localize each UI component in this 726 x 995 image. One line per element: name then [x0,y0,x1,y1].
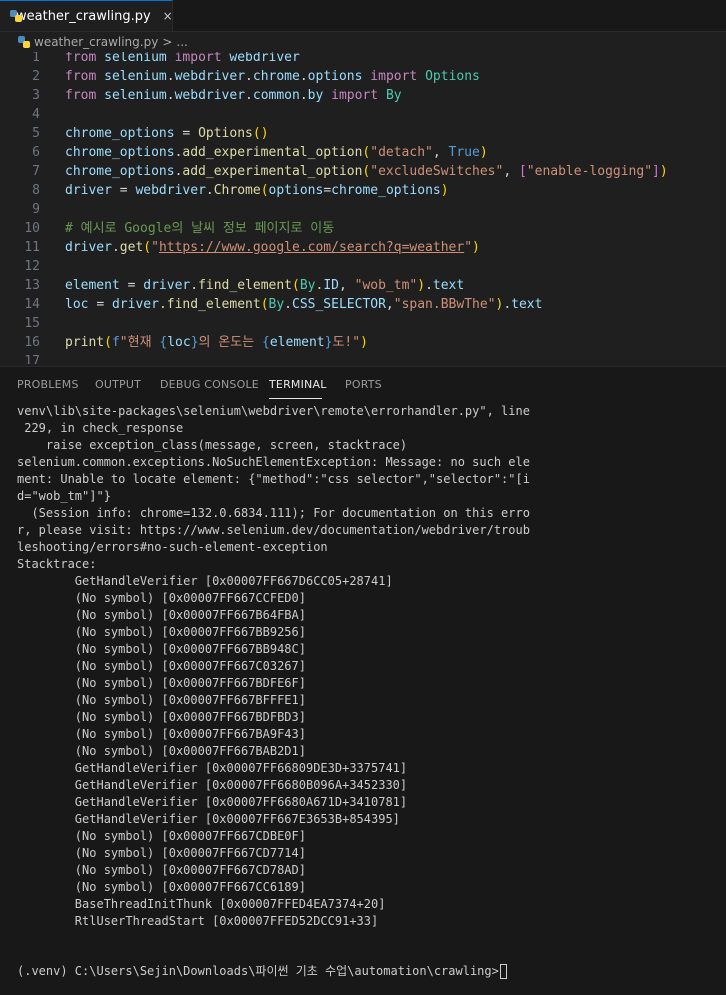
tab-terminal[interactable]: TERMINAL [269,378,327,391]
code-line[interactable]: 4 [0,105,726,124]
code-line[interactable]: 16 print(f"현재 {loc}의 온도는 {element}도!") [0,333,726,352]
line-number: 7 [32,164,40,179]
code-line[interactable]: 8 driver = webdriver.Chrome(options=chrom… [0,181,726,200]
line-number: 10 [24,221,40,236]
code-line[interactable]: 2 from selenium.webdriver.chrome.options … [0,67,726,86]
panel-tab-bar: PROBLEMS OUTPUT DEBUG CONSOLE TERMINAL P… [0,367,726,402]
bottom-panel: PROBLEMS OUTPUT DEBUG CONSOLE TERMINAL P… [0,366,726,995]
terminal-line: (No symbol) [0x00007FF667BA9F43] [17,727,306,741]
line-number: 3 [32,88,40,103]
line-number: 5 [32,126,40,141]
line-number: 1 [32,52,40,65]
code-line[interactable]: 11 driver.get("https://www.google.com/sea… [0,238,726,257]
terminal-output[interactable]: venv\lib\site-packages\selenium\webdrive… [17,403,717,930]
terminal-line: BaseThreadInitThunk [0x00007FFED4EA7374+… [17,897,386,911]
tab-label: weather_crawling.py [16,8,151,24]
line-number: 16 [24,335,40,350]
code-line[interactable]: 17 [0,352,726,364]
terminal-line: ment: Unable to locate element: {"method… [17,472,530,486]
terminal-line: Stacktrace: [17,557,97,571]
line-number: 6 [32,145,40,160]
terminal-line: venv\lib\site-packages\selenium\webdrive… [17,404,530,418]
terminal-line: (No symbol) [0x00007FF667BB9256] [17,625,306,639]
python-file-icon [18,36,30,48]
code-line[interactable]: 3 from selenium.webdriver.common.by impor… [0,86,726,105]
terminal-line: (No symbol) [0x00007FF667BAB2D1] [17,744,306,758]
terminal-line: (No symbol) [0x00007FF667CD7714] [17,846,306,860]
terminal-line: r, please visit: https://www.selenium.de… [17,523,530,537]
terminal-line: GetHandleVerifier [0x00007FF667D6CC05+28… [17,574,393,588]
line-number: 4 [32,107,40,122]
line-number: 2 [32,69,40,84]
line-number: 15 [24,316,40,331]
code-line[interactable]: 10 # 예시로 Google의 날씨 정보 페이지로 이동 [0,219,726,238]
terminal-line: selenium.common.exceptions.NoSuchElement… [17,455,530,469]
terminal-line: (No symbol) [0x00007FF667BB948C] [17,642,306,656]
code-line[interactable]: 15 [0,314,726,333]
code-text: driver = webdriver.Chrome(options=chrome… [65,183,449,198]
terminal-line: (No symbol) [0x00007FF667CD78AD] [17,863,306,877]
breadcrumb-more[interactable]: ... [176,35,187,49]
terminal-line: (No symbol) [0x00007FF667BFFFE1] [17,693,306,707]
line-number: 12 [24,259,40,274]
line-number: 9 [32,202,40,217]
code-text: from selenium.webdriver.common.by import… [65,88,402,103]
line-number: 8 [32,183,40,198]
terminal-line: (Session info: chrome=132.0.6834.111); F… [17,506,530,520]
code-line[interactable]: 5 chrome_options = Options() [0,124,726,143]
terminal-line: GetHandleVerifier [0x00007FF667E3653B+85… [17,812,400,826]
tab-debug-console[interactable]: DEBUG CONSOLE [160,378,259,391]
code-line[interactable]: 6 chrome_options.add_experimental_option(… [0,143,726,162]
line-number: 11 [24,240,40,255]
code-text: chrome_options = Options() [65,126,269,141]
code-text: from selenium.webdriver.chrome.options i… [65,69,480,84]
active-tab-indicator [269,398,322,399]
terminal-line: (No symbol) [0x00007FF667CDBE0F] [17,829,306,843]
terminal-line: (No symbol) [0x00007FF667B64FBA] [17,608,306,622]
terminal-line: (No symbol) [0x00007FF667BDFE6F] [17,676,306,690]
terminal-line: 229, in check_response [17,421,184,435]
code-line[interactable]: 9 [0,200,726,219]
terminal-line: raise exception_class(message, screen, s… [17,438,408,452]
terminal-line: d="wob_tm"]"} [17,489,111,503]
code-text: print(f"현재 {loc}의 온도는 {element}도!") [65,335,368,350]
chevron-right-icon: > [162,35,173,49]
breadcrumb: weather_crawling.py > ... [0,32,726,52]
text-cursor [499,964,507,979]
code-text: chrome_options.add_experimental_option("… [65,145,488,160]
code-text: driver.get("https://www.google.com/searc… [65,240,480,255]
line-number: 13 [24,278,40,293]
code-line[interactable]: 1 from selenium import webdriver [0,52,726,67]
code-text: element = driver.find_element(By.ID, "wo… [65,278,465,293]
code-text: loc = driver.find_element(By.CSS_SELECTO… [65,297,543,312]
line-number: 14 [24,297,40,312]
code-text: chrome_options.add_experimental_option("… [65,164,668,179]
breadcrumb-file[interactable]: weather_crawling.py [34,35,158,49]
editor-tab-bar: weather_crawling.py × [0,0,726,32]
tab-ports[interactable]: PORTS [345,378,382,391]
terminal-line: GetHandleVerifier [0x00007FF66809DE3D+33… [17,761,408,775]
terminal-line: (No symbol) [0x00007FF667CC6189] [17,880,306,894]
tab-weather-crawling[interactable]: weather_crawling.py × [0,0,173,31]
terminal-line: (No symbol) [0x00007FF667CCFED0] [17,591,306,605]
code-editor[interactable]: 1 from selenium import webdriver 2 from sel… [0,52,726,364]
terminal-prompt[interactable]: (.venv) C:\Users\Sejin\Downloads\파이썬 기초 … [17,963,507,980]
line-number: 17 [24,354,40,364]
tab-output[interactable]: OUTPUT [95,378,141,391]
terminal-line: GetHandleVerifier [0x00007FF6680A671D+34… [17,795,408,809]
terminal-line: (No symbol) [0x00007FF667C03267] [17,659,306,673]
code-line[interactable]: 7 chrome_options.add_experimental_option(… [0,162,726,181]
code-text: # 예시로 Google의 날씨 정보 페이지로 이동 [65,221,335,236]
terminal-line: (No symbol) [0x00007FF667BDFBD3] [17,710,306,724]
terminal-line: leshooting/errors#no-such-element-except… [17,540,328,554]
tab-problems[interactable]: PROBLEMS [17,378,79,391]
code-line[interactable]: 12 [0,257,726,276]
code-line[interactable]: 13 element = driver.find_element(By.ID, "… [0,276,726,295]
prompt-text: (.venv) C:\Users\Sejin\Downloads\파이썬 기초 … [17,964,499,978]
terminal-line: GetHandleVerifier [0x00007FF6680B096A+34… [17,778,408,792]
code-text: from selenium import webdriver [65,52,300,65]
close-icon[interactable]: × [163,9,173,23]
terminal-line: RtlUserThreadStart [0x00007FFED52DCC91+3… [17,914,379,928]
code-line[interactable]: 14 loc = driver.find_element(By.CSS_SELEC… [0,295,726,314]
